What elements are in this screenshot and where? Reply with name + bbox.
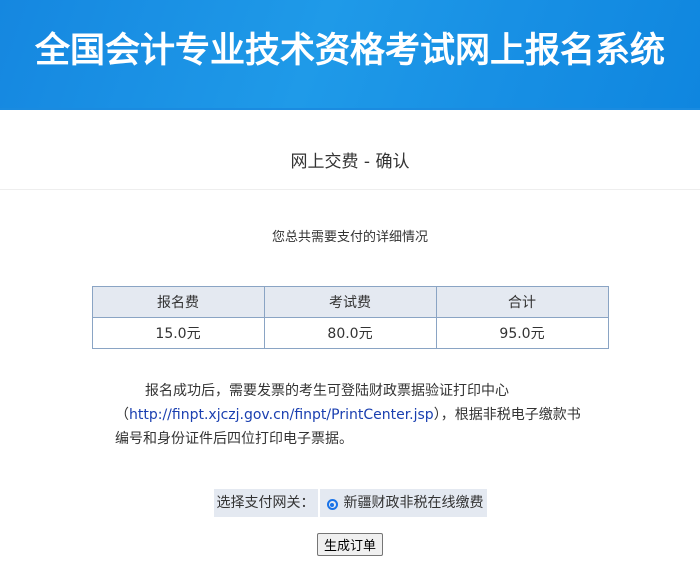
- invoice-notice: 报名成功后，需要发票的考生可登陆财政票据验证打印中心（http://finpt.…: [115, 379, 585, 451]
- radio-selected-icon[interactable]: [326, 499, 338, 510]
- header-banner: 全国会计专业技术资格考试网上报名系统: [0, 0, 700, 110]
- header-exam-fee: 考试费: [263, 286, 437, 318]
- payment-gateway-row: 选择支付网关： 新疆财政非税在线缴费: [0, 489, 700, 517]
- gateway-label: 选择支付网关：: [213, 489, 318, 517]
- fee-table: 报名费 考试费 合计 15.0元 80.0元 95.0元: [91, 286, 609, 349]
- gateway-option[interactable]: 新疆财政非税在线缴费: [319, 489, 487, 517]
- table-header-row: 报名费 考试费 合计: [91, 286, 609, 318]
- page-subtitle: 您总共需要支付的详细情况: [271, 230, 428, 245]
- table-row: 15.0元 80.0元 95.0元: [91, 317, 609, 349]
- exam-fee-value: 80.0元: [263, 317, 437, 349]
- print-center-link[interactable]: http://finpt.xjczj.gov.cn/finpt/PrintCen…: [129, 407, 434, 423]
- divider: [0, 189, 700, 190]
- total-value: 95.0元: [435, 317, 609, 349]
- page-title: 网上交费 - 确认: [290, 152, 410, 172]
- system-title: 全国会计专业技术资格考试网上报名系统: [34, 31, 665, 71]
- registration-fee-value: 15.0元: [91, 317, 265, 349]
- gateway-option-label: 新疆财政非税在线缴费: [343, 495, 484, 511]
- generate-order-button[interactable]: 生成订单: [316, 533, 383, 556]
- header-registration-fee: 报名费: [91, 286, 265, 318]
- header-total: 合计: [435, 286, 609, 318]
